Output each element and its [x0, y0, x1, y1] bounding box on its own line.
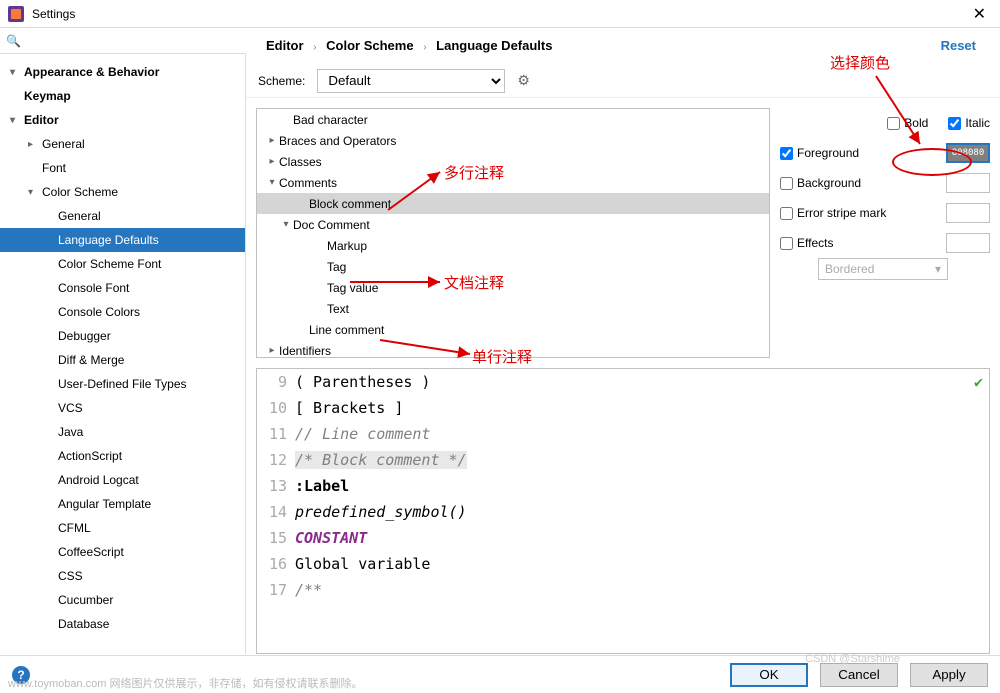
breadcrumb-item[interactable]: Color Scheme — [326, 38, 413, 53]
titlebar: Settings ✕ — [0, 0, 1000, 28]
watermark: www.toymoban.com 网络图片仅供展示，非存储，如有侵权请联系删除。 — [8, 675, 362, 691]
sidebar-item[interactable]: Language Defaults — [0, 228, 245, 252]
check-icon: ✔ — [974, 373, 983, 391]
breadcrumb: Editor › Color Scheme › Language Default… — [254, 30, 988, 60]
sidebar-item[interactable]: Angular Template — [0, 492, 245, 516]
sidebar-item[interactable]: Diff & Merge — [0, 348, 245, 372]
preview-line: 9( Parentheses ) — [257, 369, 989, 395]
color-tree-item[interactable]: Text — [257, 298, 769, 319]
sidebar-item[interactable]: VCS — [0, 396, 245, 420]
sidebar-item[interactable]: Android Logcat — [0, 468, 245, 492]
color-tree-item[interactable]: ▾Comments — [257, 172, 769, 193]
background-swatch[interactable] — [946, 173, 990, 193]
sidebar-item[interactable]: Console Font — [0, 276, 245, 300]
search-icon: 🔍 — [6, 34, 21, 48]
scheme-select[interactable]: Default — [317, 69, 505, 93]
preview-line: 13:Label — [257, 473, 989, 499]
color-tree-item[interactable]: Line comment — [257, 319, 769, 340]
sidebar-item[interactable]: General — [0, 204, 245, 228]
color-tree-item[interactable]: ▸Classes — [257, 151, 769, 172]
settings-tree[interactable]: ▾Appearance & BehaviorKeymap▾Editor▸Gene… — [0, 54, 246, 654]
app-icon — [8, 6, 24, 22]
preview-panel[interactable]: ✔ 9( Parentheses )10[ Brackets ]11// Lin… — [256, 368, 990, 654]
preview-line: 10[ Brackets ] — [257, 395, 989, 421]
sidebar-item[interactable]: ▾Color Scheme — [0, 180, 245, 204]
foreground-checkbox[interactable]: Foreground — [780, 146, 859, 160]
effects-checkbox[interactable]: Effects — [780, 236, 833, 250]
color-tree-item[interactable]: ▾Doc Comment — [257, 214, 769, 235]
sidebar-item[interactable]: Keymap — [0, 84, 245, 108]
preview-line: 17/** — [257, 577, 989, 603]
sidebar-item[interactable]: CFML — [0, 516, 245, 540]
effects-type-select[interactable]: Bordered▾ — [818, 258, 948, 280]
preview-line: 14predefined_symbol() — [257, 499, 989, 525]
errorstripe-swatch[interactable] — [946, 203, 990, 223]
sidebar-item[interactable]: ▸General — [0, 132, 245, 156]
bold-checkbox[interactable]: Bold — [887, 116, 928, 130]
sidebar-item[interactable]: Color Scheme Font — [0, 252, 245, 276]
ok-button[interactable]: OK — [730, 663, 808, 687]
scheme-label: Scheme: — [258, 74, 305, 88]
color-tree[interactable]: Bad character▸Braces and Operators▸Class… — [256, 108, 770, 358]
search-bar: 🔍 — [0, 28, 246, 54]
preview-line: 12/* Block comment */ — [257, 447, 989, 473]
search-input[interactable] — [25, 34, 240, 48]
preview-line: 15CONSTANT — [257, 525, 989, 551]
italic-checkbox[interactable]: Italic — [948, 116, 990, 130]
sidebar-item[interactable]: CoffeeScript — [0, 540, 245, 564]
sidebar-item[interactable]: CSS — [0, 564, 245, 588]
sidebar-item[interactable]: ▾Appearance & Behavior — [0, 60, 245, 84]
color-tree-item[interactable]: Block comment — [257, 193, 769, 214]
scheme-row: Scheme: Default ⚙ — [246, 64, 1000, 98]
color-tree-item[interactable]: Bad character — [257, 109, 769, 130]
color-tree-item[interactable]: Tag value — [257, 277, 769, 298]
sidebar-item[interactable]: Debugger — [0, 324, 245, 348]
reset-link[interactable]: Reset — [941, 38, 976, 53]
foreground-swatch[interactable]: 808080 — [946, 143, 990, 163]
gear-icon[interactable]: ⚙ — [517, 72, 530, 89]
sidebar-item[interactable]: Console Colors — [0, 300, 245, 324]
breadcrumb-item[interactable]: Editor — [266, 38, 304, 53]
watermark: CSDN @Starshime — [805, 653, 900, 665]
sidebar-item[interactable]: Database — [0, 612, 245, 636]
breadcrumb-item[interactable]: Language Defaults — [436, 38, 552, 53]
apply-button[interactable]: Apply — [910, 663, 988, 687]
preview-line: 11// Line comment — [257, 421, 989, 447]
sidebar-item[interactable]: Font — [0, 156, 245, 180]
sidebar-item[interactable]: User-Defined File Types — [0, 372, 245, 396]
color-tree-item[interactable]: Tag — [257, 256, 769, 277]
close-icon[interactable]: ✕ — [967, 4, 992, 24]
cancel-button[interactable]: Cancel — [820, 663, 898, 687]
color-tree-item[interactable]: ▸Braces and Operators — [257, 130, 769, 151]
sidebar-item[interactable]: ▾Editor — [0, 108, 245, 132]
content-panel: Editor › Color Scheme › Language Default… — [246, 54, 1000, 654]
sidebar-item[interactable]: Java — [0, 420, 245, 444]
options-panel: Bold Italic Foreground 808080 Background… — [780, 108, 990, 358]
preview-line: 16Global variable — [257, 551, 989, 577]
errorstripe-checkbox[interactable]: Error stripe mark — [780, 206, 886, 220]
color-tree-item[interactable]: Markup — [257, 235, 769, 256]
sidebar-item[interactable]: Cucumber — [0, 588, 245, 612]
sidebar-item[interactable]: ActionScript — [0, 444, 245, 468]
window-title: Settings — [32, 7, 967, 21]
effects-swatch[interactable] — [946, 233, 990, 253]
color-tree-item[interactable]: ▸Identifiers — [257, 340, 769, 358]
background-checkbox[interactable]: Background — [780, 176, 861, 190]
